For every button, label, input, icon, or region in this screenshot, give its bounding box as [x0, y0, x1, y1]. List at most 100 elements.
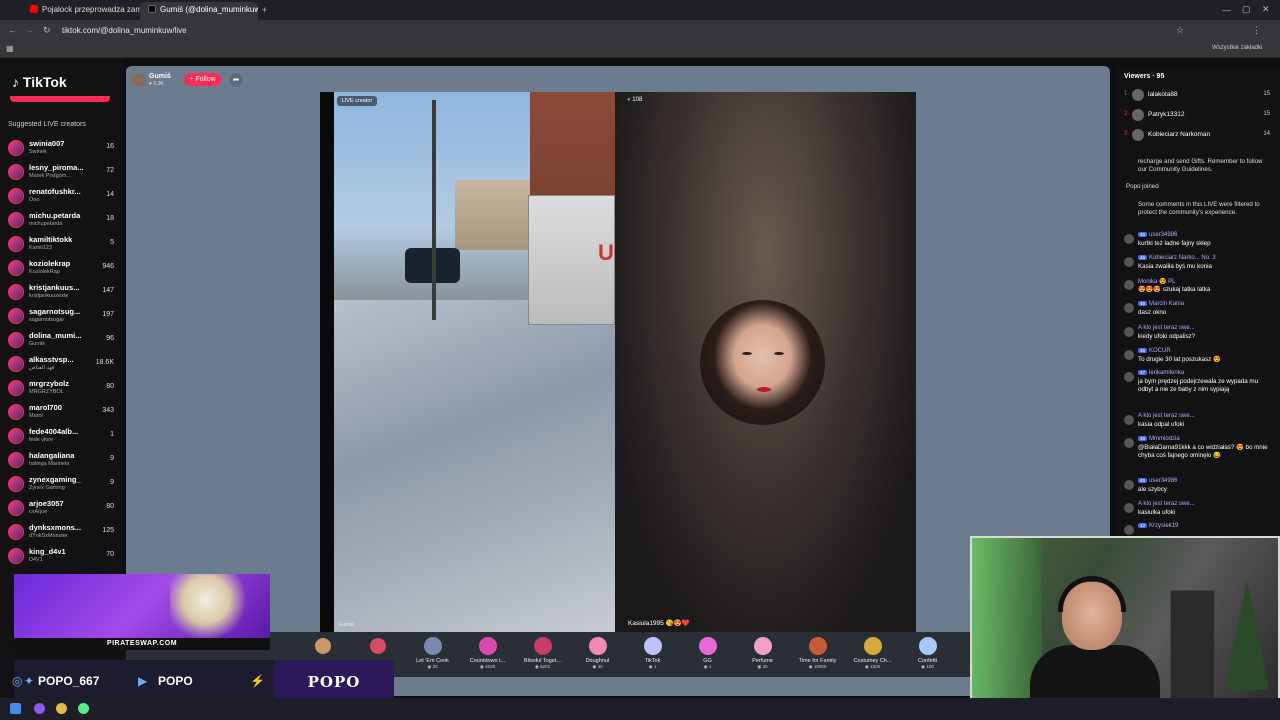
- viewer-row[interactable]: 2 Patryk13312 15: [1122, 106, 1272, 124]
- creator-item[interactable]: kristjankuus... kristjankuuseste 147: [6, 281, 116, 303]
- creator-item[interactable]: dolina_mumi... Gumiś 96: [6, 329, 116, 351]
- creator-item[interactable]: swinia007 Swinek 16: [6, 137, 116, 159]
- viewer-name: Patryk13312: [1148, 111, 1185, 118]
- creator-item[interactable]: lesny_piroma... Marek Podgóm... 72: [6, 161, 116, 183]
- chat-message[interactable]: 45 user34986 kurtki też ładne fajny sklep: [1122, 232, 1272, 252]
- live-creator-badge: LIVE creator: [337, 96, 377, 106]
- viewer-row[interactable]: 3 Kobieciarz Narkoman 14: [1122, 126, 1272, 144]
- chat-message[interactable]: 46 KOCUR To drugie 30 lat poszukasz 😍: [1122, 348, 1272, 368]
- creator-item[interactable]: king_d4v1 D4V1 70: [6, 545, 116, 567]
- guest-eye-right: [774, 352, 784, 355]
- creator-avatar: [8, 500, 24, 516]
- tiktok-logo[interactable]: ♪ TikTok: [12, 74, 67, 90]
- minimize-icon[interactable]: —: [1222, 5, 1231, 15]
- apps-icon[interactable]: ▦: [6, 44, 14, 53]
- creator-item[interactable]: renatofushkr... Ooo 14: [6, 185, 116, 207]
- url-field[interactable]: tiktok.com/@dolina_muminkuw/live: [62, 24, 1162, 38]
- creator-avatar: [8, 404, 24, 420]
- gift-partial-icon[interactable]: [370, 638, 386, 654]
- gift-item[interactable]: Doughnut ◉ 30: [570, 637, 625, 675]
- gift-price: ◉ 1: [648, 664, 657, 669]
- gift-item[interactable]: Let 'Em Cook ◉ 20: [405, 637, 460, 675]
- chat-text: ja bym prędzej podejrzewała ze wypada mu…: [1138, 378, 1259, 393]
- creator-viewers: 70: [106, 551, 114, 558]
- host-name[interactable]: Gumiś: [149, 73, 171, 80]
- sponsor-strip: PIRATESWAP.COM: [14, 638, 270, 650]
- chat-message[interactable]: 46 Kobieciarz Narko... No. 3 Kasia zwaliła…: [1122, 255, 1272, 275]
- close-window-icon[interactable]: ✕: [1262, 4, 1270, 15]
- gift-item[interactable]: Perfume ◉ 20: [735, 637, 790, 675]
- chat-message[interactable]: 12 Krzysiek19: [1122, 523, 1272, 535]
- creator-subname: Gumiś: [29, 341, 45, 347]
- creator-item[interactable]: dynksxmons... dYnkSxMonster 125: [6, 521, 116, 543]
- gift-item[interactable]: Countdown t... ◉ 2026: [460, 637, 515, 675]
- creator-avatar: [8, 332, 24, 348]
- taskbar-app-icon[interactable]: [78, 703, 89, 714]
- viewer-row[interactable]: 1 lalakota88 15: [1122, 86, 1272, 104]
- sidebar-accent-button[interactable]: [10, 96, 110, 102]
- gift-item[interactable]: Blissful Toget... ◉ 6202: [515, 637, 570, 675]
- all-bookmarks-link[interactable]: Wszystkie zakładki: [1212, 45, 1262, 51]
- chat-message[interactable]: 47 lenkamilenka ja bym prędzej podejrzewał…: [1122, 370, 1272, 410]
- chat-message[interactable]: 46 Mmmiodzia @BiałaDama91kkk a co widziała…: [1122, 436, 1272, 476]
- creator-item[interactable]: koziolekrap KoziolekRap 946: [6, 257, 116, 279]
- back-icon[interactable]: ←: [8, 25, 17, 35]
- creator-item[interactable]: halangaliana halinga Marinela 9: [6, 449, 116, 471]
- gift-item[interactable]: GG ◉ 1: [680, 637, 735, 675]
- start-icon[interactable]: [10, 703, 21, 714]
- host-likes: ♥ 6.2K: [149, 81, 164, 87]
- maximize-icon[interactable]: ▢: [1242, 4, 1251, 15]
- gift-price: ◉ 30: [592, 664, 603, 669]
- creator-item[interactable]: michu.petarda michupetarda 18: [6, 209, 116, 231]
- chat-message[interactable]: A kto jest teraz swe... kasia odpal ufoki: [1122, 413, 1272, 433]
- gift-item[interactable]: Confetti ◉ 100: [900, 637, 955, 675]
- twitter-icon: ✦: [24, 674, 35, 688]
- creator-subname: KoziolekRap: [29, 269, 60, 275]
- creator-item[interactable]: marol700 Marol 343: [6, 401, 116, 423]
- follow-button[interactable]: + Follow: [184, 73, 221, 86]
- tab-tiktok[interactable]: Gumiś (@dolina_muminkuw)...: [140, 2, 258, 20]
- gift-item[interactable]: TikTok ◉ 1: [625, 637, 680, 675]
- chat-avatar: [1124, 525, 1134, 535]
- snowy-sidewalk-scene: [334, 300, 615, 632]
- creator-item[interactable]: mrgrzybolz MRGRZYBOL 80: [6, 377, 116, 399]
- creator-item[interactable]: arjoe3057 ᴄᴀArjoe 80: [6, 497, 116, 519]
- chat-message[interactable]: Monika 😍 PL 😍😍😍 szukaj tatka latka: [1122, 278, 1272, 298]
- gift-partial-icon[interactable]: [315, 638, 331, 654]
- creator-subname: Marol: [29, 413, 43, 419]
- chat-message[interactable]: 45 Marcin Kania dasz okno: [1122, 301, 1272, 321]
- chat-avatar: [1124, 415, 1134, 425]
- viewer-avatar: [1132, 129, 1144, 141]
- gift-icon: [643, 637, 662, 655]
- tab-youtube[interactable]: Pojalock przeprowadza zamach...: [22, 2, 140, 20]
- join-message: Popo joined: [1126, 183, 1159, 190]
- creator-subname: Zynex Gaming: [29, 485, 65, 491]
- creator-avatar: [8, 164, 24, 180]
- creator-avatar: [8, 212, 24, 228]
- viewer-rank: 2: [1124, 111, 1128, 117]
- taskbar-app-icon[interactable]: [34, 703, 45, 714]
- creator-subname: sagarnotsugar: [29, 317, 65, 323]
- creator-item[interactable]: zynexgaming_ Zynex Gaming 9: [6, 473, 116, 495]
- creator-item[interactable]: fede4004alb... fede vlore 1: [6, 425, 116, 447]
- new-tab-icon[interactable]: +: [262, 5, 267, 15]
- chrome-taskbar-icon[interactable]: [56, 703, 67, 714]
- gift-item[interactable]: Time for Family ◉ 15000: [790, 637, 845, 675]
- bookmark-star-icon[interactable]: ☆: [1176, 25, 1184, 36]
- reload-icon[interactable]: ↻: [43, 25, 51, 36]
- share-icon[interactable]: ➦: [229, 73, 243, 87]
- creator-item[interactable]: alkasstvsp... فهد القناص 18.6K: [6, 353, 116, 375]
- creator-viewers: 5: [110, 239, 114, 246]
- creator-item[interactable]: sagarnotsug... sagarnotsugar 197: [6, 305, 116, 327]
- menu-icon[interactable]: ⋮: [1252, 25, 1261, 36]
- chat-message[interactable]: A kto jest teraz swe... kasiulka ufoki: [1122, 501, 1272, 521]
- chat-message[interactable]: A kto jest teraz swe... kiedy ufoki odpal…: [1122, 325, 1272, 345]
- creator-subname: dYnkSxMonster: [29, 533, 68, 539]
- chat-username: 46 Kobieciarz Narko... No. 3: [1138, 255, 1216, 261]
- creator-item[interactable]: kamiltiktokk Kamil123 5: [6, 233, 116, 255]
- creator-name: michu.petarda: [29, 211, 81, 220]
- forward-icon[interactable]: →: [25, 25, 34, 35]
- chat-message[interactable]: 45 user34986 ale szybcy: [1122, 478, 1272, 498]
- gift-item[interactable]: Costumey Ch... ◉ 1500: [845, 637, 900, 675]
- host-avatar[interactable]: [132, 73, 146, 87]
